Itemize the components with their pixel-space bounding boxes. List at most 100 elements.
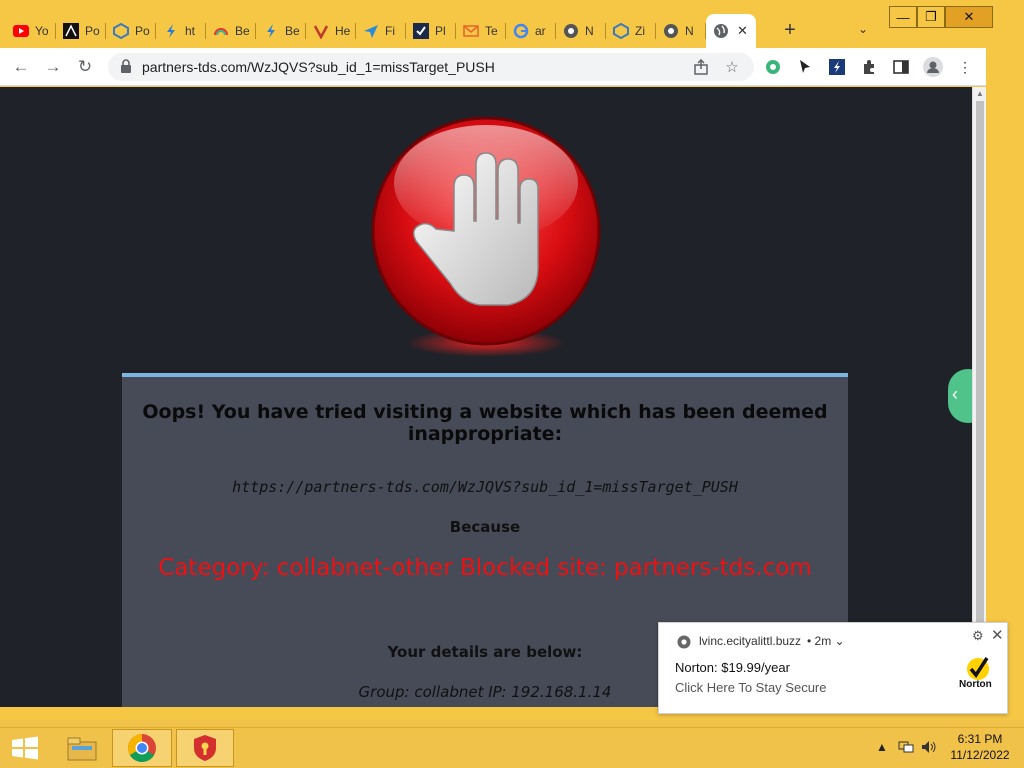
security-app-button[interactable] xyxy=(176,729,234,767)
tab-label: Be xyxy=(235,24,250,38)
tab-label: Po xyxy=(135,24,150,38)
tab-label: ht xyxy=(185,24,196,38)
address-bar[interactable]: partners-tds.com/WzJQVS?sub_id_1=missTar… xyxy=(108,53,754,81)
push-notification[interactable]: lvinc.ecityalittl.buzz • 2m ⌄ ⚙ ✕ Norton… xyxy=(658,622,1008,714)
clock[interactable]: 6:31 PM 11/12/2022 xyxy=(940,731,1020,763)
shield-icon xyxy=(613,23,629,39)
close-window-button[interactable]: ✕ xyxy=(945,6,993,28)
rainbow-icon xyxy=(213,23,229,39)
tab-pl[interactable]: Pl xyxy=(406,14,456,48)
new-tab-button[interactable]: + xyxy=(778,19,802,42)
bolt-icon xyxy=(163,23,179,39)
shield-icon xyxy=(194,735,216,761)
tab-google[interactable]: ar xyxy=(506,14,556,48)
tab-ht[interactable]: ht xyxy=(156,14,206,48)
tab-label: N xyxy=(685,24,694,38)
forward-icon[interactable]: → xyxy=(42,56,64,78)
chrome-icon xyxy=(677,635,691,649)
gear-icon[interactable]: ⚙ xyxy=(972,628,984,644)
file-explorer-button[interactable] xyxy=(60,729,104,767)
close-tab-icon[interactable]: ✕ xyxy=(737,23,748,39)
reload-icon[interactable]: ↻ xyxy=(74,56,96,78)
tab-be-1[interactable]: Be xyxy=(206,14,256,48)
blocked-url: https://partners-tds.com/WzJQVS?sub_id_1… xyxy=(232,478,738,496)
scroll-up-icon[interactable]: ▲ xyxy=(976,89,984,98)
puzzle-icon[interactable] xyxy=(859,57,879,77)
shield-icon xyxy=(113,23,129,39)
volume-icon[interactable] xyxy=(921,740,937,757)
url-text[interactable]: partners-tds.com/WzJQVS?sub_id_1=missTar… xyxy=(142,59,495,75)
minimize-button[interactable]: — xyxy=(889,6,917,28)
tab-be-2[interactable]: Be xyxy=(256,14,306,48)
tab-fi[interactable]: Fi xyxy=(356,14,406,48)
block-category: Category: collabnet-other Blocked site: … xyxy=(158,555,812,581)
notification-age[interactable]: • 2m ⌄ xyxy=(807,634,845,648)
notification-body: Click Here To Stay Secure xyxy=(675,680,827,695)
profile-avatar-icon[interactable] xyxy=(923,57,943,77)
start-button[interactable] xyxy=(8,729,42,767)
browser-window: Yo Po Po ht Be Be He Fi Pl Te ar N Zi N … xyxy=(0,0,1024,720)
notification-domain: lvinc.ecityalittl.buzz xyxy=(699,634,802,648)
norton-logo-text: Norton xyxy=(959,679,992,690)
stop-hand-icon xyxy=(371,117,601,357)
close-icon[interactable]: ✕ xyxy=(991,626,1004,644)
chrome-icon xyxy=(663,23,679,39)
folder-icon xyxy=(67,737,97,761)
side-panel-icon[interactable] xyxy=(891,57,911,77)
share-icon[interactable] xyxy=(691,57,711,77)
because-label: Because xyxy=(449,518,521,536)
notification-title: Norton: $19.99/year xyxy=(675,660,790,675)
mail-icon xyxy=(463,23,479,39)
tab-po-1[interactable]: Po xyxy=(56,14,106,48)
extension-green-icon[interactable] xyxy=(763,57,783,77)
maximize-button[interactable]: ❐ xyxy=(917,6,945,28)
chrome-icon xyxy=(563,23,579,39)
block-heading: Oops! You have tried visiting a website … xyxy=(142,401,828,445)
extension-blue-icon[interactable] xyxy=(827,57,847,77)
browser-toolbar: ← → ↻ partners-tds.com/WzJQVS?sub_id_1=m… xyxy=(0,48,1024,86)
tab-label: ar xyxy=(535,24,546,38)
tab-active[interactable]: ✕ xyxy=(706,14,756,48)
check-icon xyxy=(413,23,429,39)
chevron-left-icon: ‹ xyxy=(952,384,958,404)
google-icon xyxy=(513,23,529,39)
page-scrollbar[interactable]: ▲ xyxy=(972,87,986,707)
window-border xyxy=(986,48,1024,720)
bookmark-star-icon[interactable]: ☆ xyxy=(722,57,742,77)
cursor-icon[interactable] xyxy=(795,57,815,77)
tab-youtube[interactable]: Yo xyxy=(6,14,56,48)
tab-n-2[interactable]: N xyxy=(656,14,706,48)
chrome-taskbar-button[interactable] xyxy=(112,729,172,767)
tab-po-2[interactable]: Po xyxy=(106,14,156,48)
app-icon xyxy=(63,23,79,39)
tray-expand-icon[interactable]: ▲ xyxy=(876,740,888,754)
youtube-icon xyxy=(13,23,29,39)
tab-n-1[interactable]: N xyxy=(556,14,606,48)
network-icon[interactable] xyxy=(898,740,914,757)
tab-label: He xyxy=(335,24,351,38)
tab-label: Fi xyxy=(385,24,395,38)
plane-icon xyxy=(363,23,379,39)
tab-label: Be xyxy=(285,24,300,38)
scrollbar-thumb[interactable] xyxy=(976,101,984,701)
tab-label: Yo xyxy=(35,24,49,38)
globe-icon xyxy=(713,23,729,39)
menu-icon[interactable]: ⋮ xyxy=(955,57,975,77)
chrome-icon xyxy=(128,734,156,762)
side-panel-toggle[interactable]: ‹ xyxy=(948,369,972,423)
tab-search-icon[interactable]: ⌄ xyxy=(858,22,868,36)
page-content: Oops! You have tried visiting a website … xyxy=(0,87,972,707)
back-icon[interactable]: ← xyxy=(10,56,32,78)
clock-date: 11/12/2022 xyxy=(950,748,1010,762)
tab-strip: Yo Po Po ht Be Be He Fi Pl Te ar N Zi N … xyxy=(0,0,1024,48)
tab-list: Yo Po Po ht Be Be He Fi Pl Te ar N Zi N … xyxy=(6,14,756,48)
tab-zi[interactable]: Zi xyxy=(606,14,656,48)
taskbar: ▲ 6:31 PM 11/12/2022 xyxy=(0,727,1024,768)
clock-time: 6:31 PM xyxy=(957,732,1003,746)
tab-label: Pl xyxy=(435,24,446,38)
tab-te[interactable]: Te xyxy=(456,14,506,48)
windows-logo-icon xyxy=(12,736,38,760)
tab-he[interactable]: He xyxy=(306,14,356,48)
lock-icon xyxy=(120,59,134,75)
tab-label: N xyxy=(585,24,594,38)
